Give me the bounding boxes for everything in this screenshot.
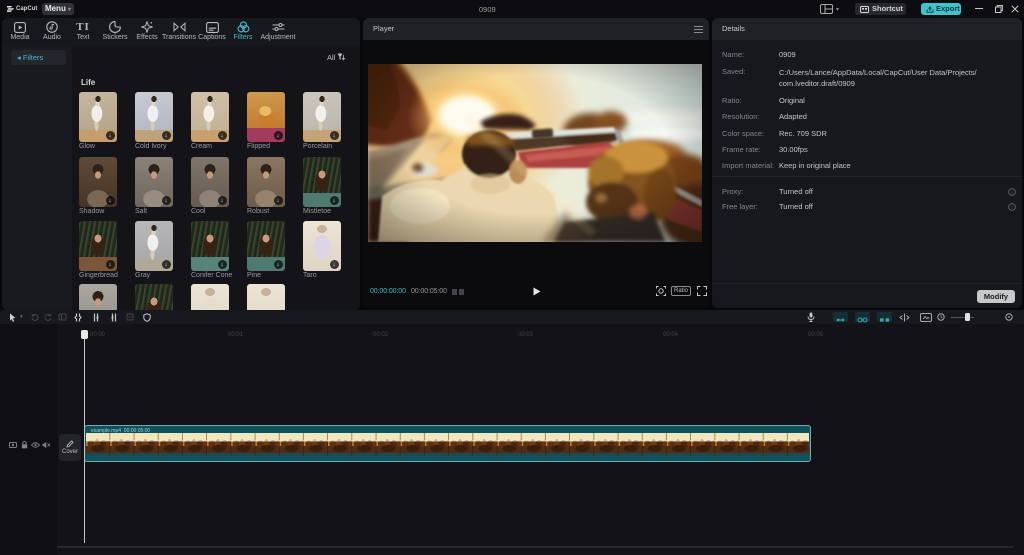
svg-text:i: i bbox=[1011, 190, 1012, 196]
svg-text:i: i bbox=[1011, 205, 1012, 211]
